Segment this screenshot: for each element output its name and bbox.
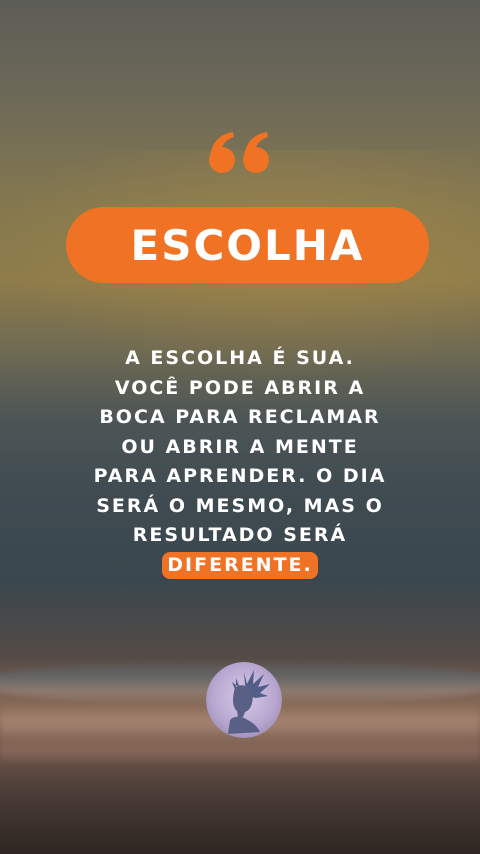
quote-line: A ESCOLHA É SUA. <box>125 347 355 369</box>
title-text: ESCOLHA <box>130 220 365 270</box>
quote-line: PARA APRENDER. O DIA <box>93 465 387 487</box>
quote-line: RESULTADO SERÁ <box>132 524 348 546</box>
title-badge: ESCOLHA <box>66 207 429 283</box>
quote-line: OU ABRIR A MENTE <box>121 435 359 458</box>
quote-line: BOCA PARA RECLAMAR <box>99 406 381 428</box>
quote-mark-icon <box>0 112 480 192</box>
highlight-line: DIFERENTE. <box>70 551 410 581</box>
sand-reflection <box>0 735 480 765</box>
quote-line: VOCÊ PODE ABRIR A <box>114 376 366 399</box>
quote-text: A ESCOLHA É SUA. VOCÊ PODE ABRIR A BOCA … <box>70 344 410 580</box>
highlight-word: DIFERENTE. <box>162 551 318 579</box>
author-avatar <box>206 662 282 738</box>
quote-line: SERÁ O MESMO, MAS O <box>96 494 384 517</box>
